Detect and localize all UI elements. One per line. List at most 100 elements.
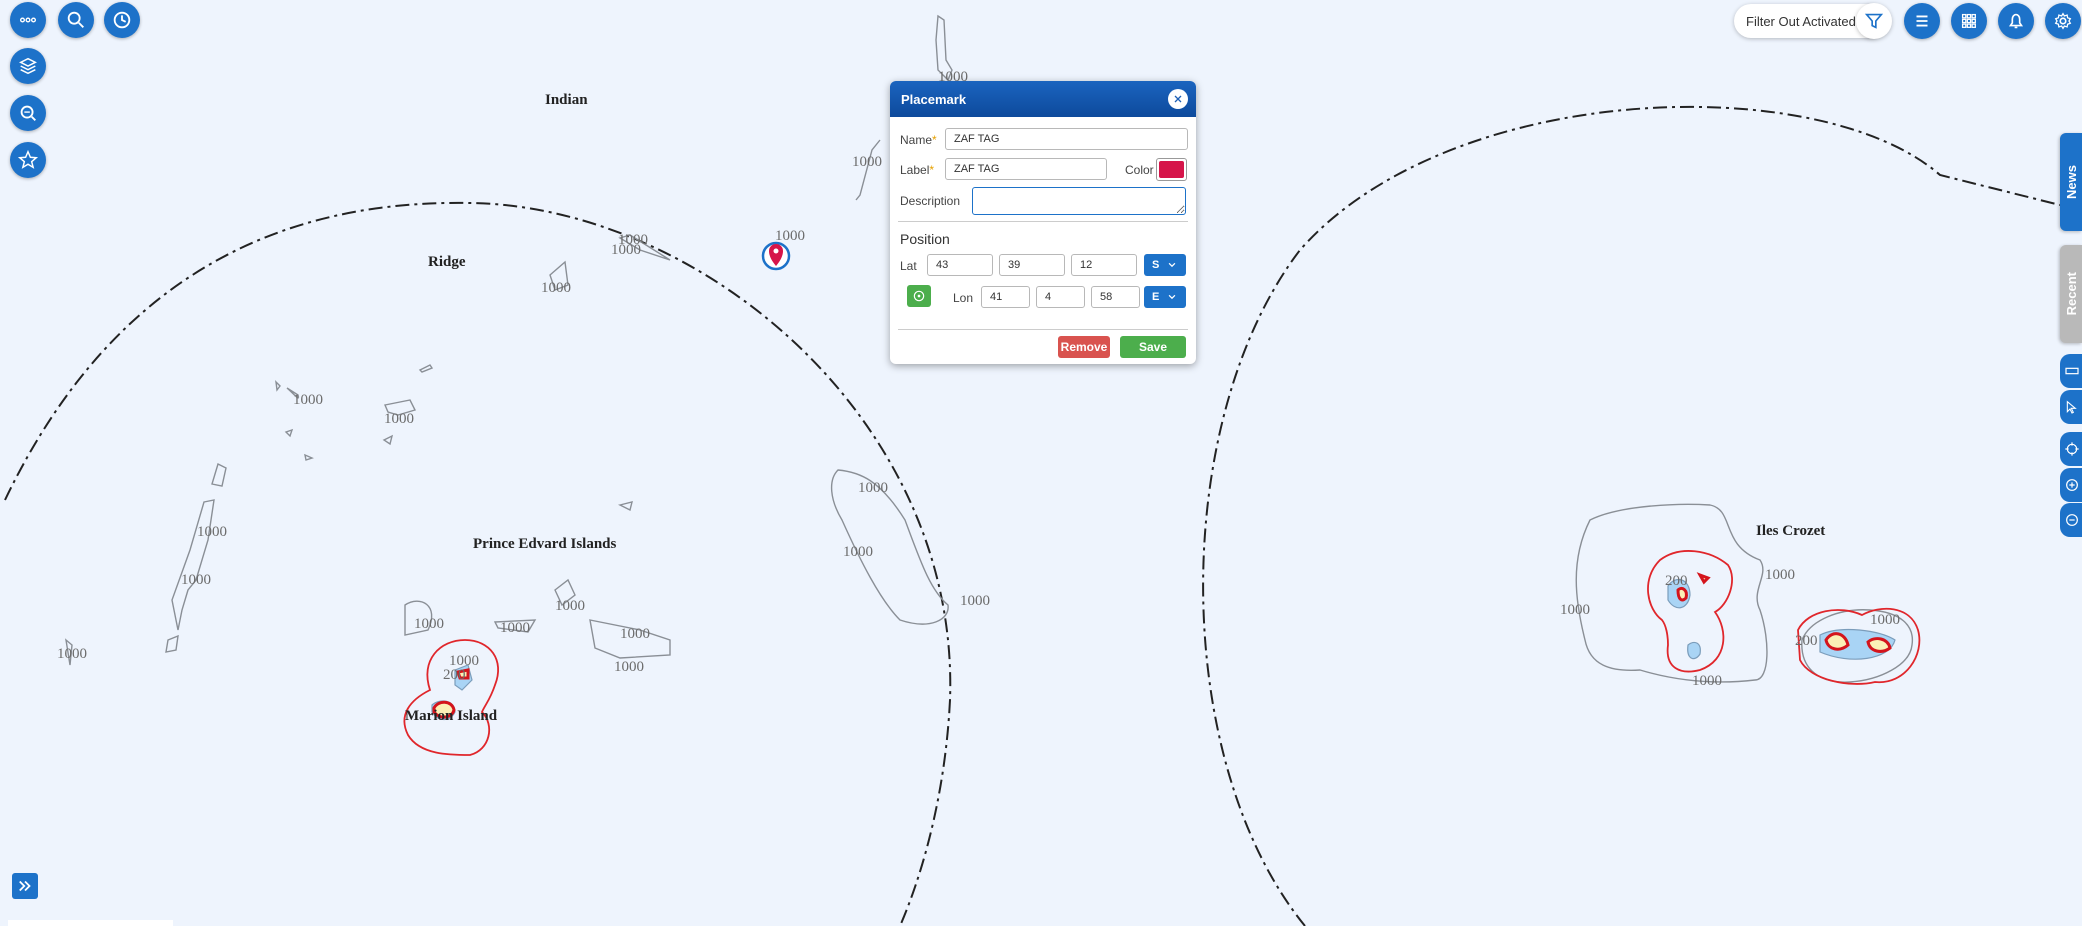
svg-text:1000: 1000 bbox=[960, 593, 990, 609]
color-picker[interactable] bbox=[1156, 158, 1187, 181]
star-icon bbox=[17, 149, 39, 169]
favorites-button[interactable] bbox=[10, 142, 46, 178]
description-field[interactable] bbox=[972, 187, 1186, 215]
zoom-search-icon bbox=[20, 105, 36, 121]
svg-text:1000: 1000 bbox=[620, 626, 650, 642]
filter-button[interactable] bbox=[1856, 3, 1892, 39]
contour bbox=[855, 139, 881, 201]
lon-seconds-field[interactable] bbox=[1091, 286, 1140, 308]
locate-button[interactable] bbox=[2060, 432, 2082, 466]
contour bbox=[171, 499, 215, 631]
zoom-in-button[interactable] bbox=[2060, 468, 2082, 502]
apps-button[interactable] bbox=[1951, 3, 1987, 39]
svg-text:1000: 1000 bbox=[384, 411, 414, 427]
close-button[interactable] bbox=[1168, 89, 1188, 109]
close-icon bbox=[1174, 95, 1182, 103]
layers-button[interactable] bbox=[10, 48, 46, 84]
contour bbox=[382, 434, 394, 446]
svg-text:1000: 1000 bbox=[181, 572, 211, 588]
list-button[interactable] bbox=[1904, 3, 1940, 39]
ruler-icon bbox=[2065, 367, 2079, 375]
svg-text:200: 200 bbox=[1665, 573, 1688, 589]
lat-degrees-field[interactable] bbox=[927, 254, 993, 276]
label-prince-edward: Prince Edvard Islands bbox=[473, 536, 617, 552]
history-button[interactable] bbox=[104, 2, 140, 38]
lon-hemisphere-value: E bbox=[1152, 291, 1160, 303]
shallow-area bbox=[1687, 641, 1701, 660]
svg-text:1000: 1000 bbox=[57, 646, 87, 662]
svg-text:1000: 1000 bbox=[293, 392, 323, 408]
lon-hemisphere-select[interactable]: E bbox=[1144, 286, 1186, 308]
placemark-pin[interactable] bbox=[761, 241, 791, 271]
contour bbox=[211, 463, 227, 487]
eez-boundary-east bbox=[1202, 105, 2061, 926]
svg-text:1000: 1000 bbox=[500, 620, 530, 636]
contour bbox=[284, 428, 294, 438]
notifications-button[interactable] bbox=[1998, 3, 2034, 39]
chevron-down-icon bbox=[1168, 262, 1176, 268]
contour bbox=[304, 453, 314, 461]
filter-status-text: Filter Out Activated bbox=[1746, 13, 1856, 29]
description-label: Description bbox=[900, 194, 961, 208]
svg-text:1000: 1000 bbox=[197, 524, 227, 540]
zoom-search-button[interactable] bbox=[10, 95, 46, 131]
svg-text:200: 200 bbox=[1795, 633, 1818, 649]
label-marion-island: Marion Island bbox=[405, 708, 498, 724]
contour bbox=[275, 380, 281, 392]
clock-icon bbox=[113, 11, 131, 29]
dialog-header: Placemark bbox=[890, 81, 1196, 117]
measure-button[interactable] bbox=[2060, 354, 2082, 388]
more-button[interactable] bbox=[10, 2, 46, 38]
color-label: Color bbox=[1125, 163, 1154, 177]
use-current-location-button[interactable] bbox=[907, 285, 931, 307]
contour bbox=[617, 501, 633, 512]
svg-text:1000: 1000 bbox=[414, 616, 444, 632]
svg-text:1000: 1000 bbox=[611, 242, 641, 258]
svg-text:1000: 1000 bbox=[858, 480, 888, 496]
expand-panel-button[interactable] bbox=[12, 873, 38, 899]
lon-degrees-field[interactable] bbox=[981, 286, 1030, 308]
tab-news[interactable]: News bbox=[2060, 133, 2082, 231]
island-crozet-west bbox=[1676, 586, 1688, 602]
list-icon bbox=[1916, 15, 1928, 27]
label-field[interactable] bbox=[945, 158, 1107, 180]
svg-text:1000: 1000 bbox=[541, 280, 571, 296]
lat-hemisphere-value: S bbox=[1152, 259, 1160, 271]
svg-text:1000: 1000 bbox=[614, 659, 644, 675]
select-button[interactable] bbox=[2060, 390, 2082, 424]
svg-text:1000: 1000 bbox=[843, 544, 873, 560]
scale-bar bbox=[8, 920, 173, 926]
svg-text:1000: 1000 bbox=[852, 154, 882, 170]
cursor-icon bbox=[2066, 400, 2077, 414]
eez-boundary-west bbox=[4, 201, 952, 926]
gear-icon bbox=[2054, 12, 2072, 30]
zoom-out-button[interactable] bbox=[2060, 503, 2082, 537]
tab-recent-label: Recent bbox=[2063, 272, 2079, 316]
name-label: Name* bbox=[900, 133, 937, 147]
dialog-title: Placemark bbox=[901, 91, 967, 107]
island-crozet-east bbox=[1866, 637, 1892, 653]
bell-icon bbox=[2008, 13, 2024, 29]
target-icon bbox=[913, 290, 925, 302]
lat-hemisphere-select[interactable]: S bbox=[1144, 254, 1186, 276]
save-button[interactable]: Save bbox=[1120, 336, 1186, 358]
grid-icon bbox=[1961, 13, 1976, 28]
svg-text:200: 200 bbox=[443, 667, 466, 683]
divider bbox=[898, 221, 1188, 222]
settings-button[interactable] bbox=[2045, 3, 2081, 39]
svg-text:1000: 1000 bbox=[1870, 612, 1900, 628]
search-button[interactable] bbox=[58, 2, 94, 38]
layers-icon bbox=[19, 57, 37, 75]
name-field[interactable] bbox=[945, 128, 1188, 150]
island-crozet-possession bbox=[1824, 632, 1850, 651]
color-swatch bbox=[1159, 161, 1184, 178]
lat-minutes-field[interactable] bbox=[999, 254, 1065, 276]
lat-seconds-field[interactable] bbox=[1071, 254, 1137, 276]
tab-recent[interactable]: Recent bbox=[2060, 245, 2082, 343]
remove-button[interactable]: Remove bbox=[1058, 336, 1110, 358]
svg-text:1000: 1000 bbox=[1765, 567, 1795, 583]
lon-label: Lon bbox=[953, 291, 974, 305]
lon-minutes-field[interactable] bbox=[1036, 286, 1085, 308]
svg-text:1000: 1000 bbox=[775, 228, 805, 244]
filter-icon bbox=[1864, 13, 1884, 29]
